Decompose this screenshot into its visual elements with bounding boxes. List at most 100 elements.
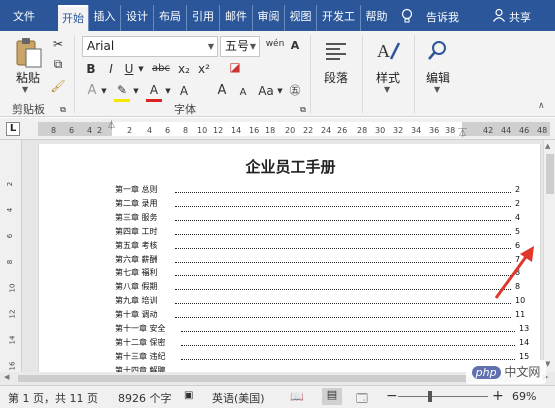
change-case-icon[interactable]: Aa xyxy=(256,82,276,100)
styles-button[interactable]: 样式 xyxy=(376,69,400,86)
scroll-left-icon[interactable]: ◀ xyxy=(4,373,9,381)
chevron-down-icon[interactable]: ▼ xyxy=(100,82,108,100)
proofing-icon[interactable]: ▣ xyxy=(184,390,193,401)
font-name-select[interactable]: Arial ▼ xyxy=(82,36,218,57)
group-divider xyxy=(414,35,415,113)
italic-button[interactable]: I xyxy=(104,60,118,78)
paste-dropdown-icon[interactable]: ▼ xyxy=(22,85,28,94)
toc-entry[interactable]: 第三章 服务 4 xyxy=(115,211,529,224)
format-painter-icon[interactable]: 🖌 xyxy=(50,77,66,95)
toc-entry[interactable]: 第四章 工时 5 xyxy=(115,225,529,238)
zoom-level[interactable]: 69% xyxy=(512,390,536,403)
styles-icon[interactable]: A xyxy=(375,37,401,63)
copy-icon[interactable]: ⧉ xyxy=(50,55,66,73)
vertical-ruler[interactable]: 2 4 6 8 10 12 14 16 xyxy=(0,140,22,378)
toc-entry[interactable]: 第七章 福利 8 xyxy=(115,266,529,279)
word-count[interactable]: 8926 个字 xyxy=(118,390,172,406)
vruler-tick-label: 6 xyxy=(6,233,15,239)
toc-entry[interactable]: 第九章 培训 10 xyxy=(115,294,529,307)
vertical-scrollbar[interactable]: ▲ ▼ xyxy=(543,140,555,372)
tab-help[interactable]: 帮助 xyxy=(360,5,392,31)
font-launcher-icon[interactable]: ⧉ xyxy=(298,101,308,119)
zoom-slider[interactable] xyxy=(398,396,488,397)
superscript-button[interactable]: x² xyxy=(196,60,212,78)
language-status[interactable]: 英语(美国) xyxy=(212,390,265,406)
font-size-select[interactable]: 五号 ▼ xyxy=(220,36,260,57)
share-person-icon[interactable] xyxy=(492,8,506,22)
zoom-out-icon[interactable]: − xyxy=(386,388,398,404)
chevron-down-icon[interactable]: ▼ xyxy=(164,82,172,100)
read-mode-icon[interactable]: 📖 xyxy=(290,390,304,403)
chevron-down-icon[interactable]: ▼ xyxy=(384,85,390,94)
cut-icon[interactable]: ✂ xyxy=(50,35,66,53)
tab-developer[interactable]: 开发工 xyxy=(316,5,360,31)
bold-button[interactable]: B xyxy=(84,60,98,78)
tab-references[interactable]: 引用 xyxy=(186,5,219,31)
search-icon[interactable] xyxy=(426,39,450,63)
share-button[interactable]: 共享 xyxy=(509,9,531,25)
subscript-button[interactable]: x₂ xyxy=(176,60,192,78)
tab-selector-icon[interactable]: L xyxy=(6,122,20,136)
clear-formatting-icon[interactable]: ◪ xyxy=(226,58,244,76)
page-count[interactable]: 第 1 页，共 11 页 xyxy=(8,390,98,406)
editing-button[interactable]: 编辑 xyxy=(426,69,450,86)
paste-button[interactable]: 粘贴 xyxy=(16,69,40,86)
text-effects-icon[interactable]: A xyxy=(84,82,100,100)
scrollbar-thumb[interactable] xyxy=(546,154,554,194)
char-border-icon[interactable]: A xyxy=(288,37,302,55)
tab-layout[interactable]: 布局 xyxy=(153,5,186,31)
horizontal-ruler[interactable]: L 8 6 4 2 2 4 6 8 10 12 14 16 18 20 22 24 26 28 30 32 34 36 38… xyxy=(0,118,555,140)
toc-entry[interactable]: 第十二章 保密 14 xyxy=(115,336,533,349)
toc-entry[interactable]: 第六章 薪酬 7 xyxy=(115,253,529,266)
tab-review[interactable]: 审阅 xyxy=(252,5,284,31)
web-layout-icon[interactable]: 🗔 xyxy=(356,390,368,408)
toc-entry-title: 第十一章 安全 xyxy=(115,324,166,333)
chevron-down-icon[interactable]: ▼ xyxy=(137,60,145,78)
paste-clipboard-icon[interactable] xyxy=(14,37,44,69)
paragraph-icon[interactable] xyxy=(324,39,348,63)
print-layout-icon[interactable]: ▤ xyxy=(322,388,342,405)
tab-mailings[interactable]: 邮件 xyxy=(219,5,252,31)
lightbulb-icon[interactable] xyxy=(400,8,414,23)
tab-insert[interactable]: 插入 xyxy=(88,5,120,31)
status-bar: 第 1 页，共 11 页 8926 个字 ▣ 英语(美国) 📖 ▤ 🗔 − + … xyxy=(0,385,555,408)
toc-entry[interactable]: 第二章 录用 2 xyxy=(115,197,529,210)
ruler-tick-label: 24 xyxy=(321,126,332,135)
tab-home[interactable]: 开始 xyxy=(58,5,88,31)
hscrollbar-thumb[interactable] xyxy=(18,375,518,382)
indent-marker-icon[interactable]: ⏃ xyxy=(107,118,116,131)
collapse-ribbon-icon[interactable]: ∧ xyxy=(538,101,545,111)
highlight-color-icon[interactable]: ✎ xyxy=(114,81,130,102)
zoom-in-icon[interactable]: + xyxy=(492,388,504,404)
enclose-char-icon[interactable]: ㊄ xyxy=(288,82,302,100)
char-shading-icon[interactable]: A xyxy=(176,82,192,100)
right-indent-marker-icon[interactable]: ⏄ xyxy=(458,126,467,139)
grow-font-icon[interactable]: A xyxy=(214,82,230,100)
toc-entry[interactable]: 第一章 总则 2 xyxy=(115,183,529,196)
chevron-down-icon[interactable]: ▼ xyxy=(276,82,284,100)
toc-entry[interactable]: 第五章 考核 6 xyxy=(115,239,529,252)
tab-file[interactable]: 文件 xyxy=(4,5,44,31)
chevron-down-icon[interactable]: ▼ xyxy=(434,85,440,94)
watermark-logo: php xyxy=(471,366,501,379)
ruler-tick-label: 4 xyxy=(147,126,153,135)
clipboard-launcher-icon[interactable]: ⧉ xyxy=(58,101,68,119)
toc-entry-title: 第四章 工时 xyxy=(115,226,158,236)
zoom-slider-thumb[interactable] xyxy=(428,391,432,402)
document-page[interactable]: 企业员工手册 第一章 总则 2 第二章 录用 2 第三章 服务 4 第四章 工时 5 第五章 考… xyxy=(38,144,541,378)
toc-leader-dots xyxy=(175,247,511,249)
tell-me-label[interactable]: 告诉我 xyxy=(426,9,459,25)
font-color-icon[interactable]: A xyxy=(146,81,162,102)
shrink-font-icon[interactable]: A xyxy=(236,84,250,102)
scroll-up-icon[interactable]: ▲ xyxy=(545,142,550,150)
toc-entry[interactable]: 第十章 调动 11 xyxy=(115,308,529,321)
chevron-down-icon[interactable]: ▼ xyxy=(132,82,140,100)
phonetic-guide-icon[interactable]: wén xyxy=(264,35,286,53)
toc-entry[interactable]: 第八章 假期 8 xyxy=(115,280,529,293)
tab-view[interactable]: 视图 xyxy=(284,5,316,31)
toc-entry[interactable]: 第十一章 安全 13 xyxy=(115,322,533,335)
tab-design[interactable]: 设计 xyxy=(120,5,153,31)
strikethrough-button[interactable]: abc xyxy=(150,60,172,78)
underline-button[interactable]: U xyxy=(122,60,136,78)
paragraph-button[interactable]: 段落 xyxy=(324,69,348,86)
